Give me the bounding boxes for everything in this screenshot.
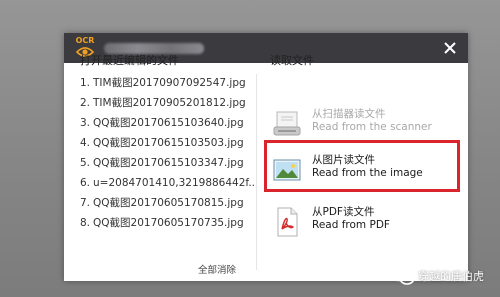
recent-file-item[interactable]: 1. TIM截图20170907092547.jpg xyxy=(80,74,255,94)
clear-all-link[interactable]: 全部消除 xyxy=(198,262,236,276)
option-label-cn: 从扫描器读文件 xyxy=(312,108,386,120)
item-index: 2. xyxy=(80,97,91,109)
close-button[interactable] xyxy=(440,38,460,58)
item-index: 4. xyxy=(80,137,91,149)
recent-file-item[interactable]: 5. QQ截图20170615103347.jpg xyxy=(80,154,255,174)
item-index: 8. xyxy=(80,217,91,229)
recent-file-item[interactable]: 8. QQ截图20170605170735.jpg xyxy=(80,214,255,234)
recent-file-item[interactable]: 2. TIM截图20170905201812.jpg xyxy=(80,94,255,114)
recent-file-item[interactable]: 6. u=2084701410,3219886442f... xyxy=(80,174,255,194)
item-filename: TIM截图20170907092547.jpg xyxy=(93,77,246,89)
item-index: 6. xyxy=(80,177,91,189)
option-label-en: Read from the scanner xyxy=(312,121,432,133)
option-label-cn: 从PDF读文件 xyxy=(312,206,375,218)
item-filename: QQ截图20170615103347.jpg xyxy=(93,157,244,169)
recent-files-list: 1. TIM截图20170907092547.jpg 2. TIM截图2017090… xyxy=(80,74,255,234)
watermark-text: 穿越的唐伯虎 xyxy=(418,270,484,283)
red-highlight-annotation xyxy=(264,140,460,192)
recent-file-item[interactable]: 3. QQ截图20170615103640.jpg xyxy=(80,114,255,134)
watermark: 穿越的唐伯虎 xyxy=(388,262,498,288)
item-index: 5. xyxy=(80,157,91,169)
close-icon xyxy=(444,42,456,54)
read-from-pdf-option[interactable]: 从PDF读文件 Read from PDF xyxy=(270,204,458,240)
item-filename: u=2084701410,3219886442f... xyxy=(93,177,255,189)
read-from-scanner-option[interactable]: 从扫描器读文件 Read from the scanner xyxy=(270,106,458,142)
wechat-icon xyxy=(389,264,415,285)
item-filename: QQ截图20170605170735.jpg xyxy=(93,217,244,229)
item-filename: QQ截图20170615103640.jpg xyxy=(93,117,244,129)
recent-files-title: 打开最近编辑的文件 xyxy=(80,54,179,67)
logo-text: OCR xyxy=(75,36,95,45)
pdf-icon xyxy=(273,207,301,237)
read-file-title: 读取文件 xyxy=(270,54,314,67)
option-label-en: Read from PDF xyxy=(312,219,390,231)
recent-file-item[interactable]: 7. QQ截图20170605170815.jpg xyxy=(80,194,255,214)
item-filename: TIM截图20170905201812.jpg xyxy=(93,97,246,109)
item-filename: QQ截图20170615103503.jpg xyxy=(93,137,244,149)
item-index: 1. xyxy=(80,77,91,89)
recent-file-item[interactable]: 4. QQ截图20170615103503.jpg xyxy=(80,134,255,154)
item-index: 3. xyxy=(80,117,91,129)
item-index: 7. xyxy=(80,197,91,209)
column-divider xyxy=(256,74,257,270)
scanner-icon xyxy=(273,109,301,139)
item-filename: QQ截图20170605170815.jpg xyxy=(93,197,244,209)
